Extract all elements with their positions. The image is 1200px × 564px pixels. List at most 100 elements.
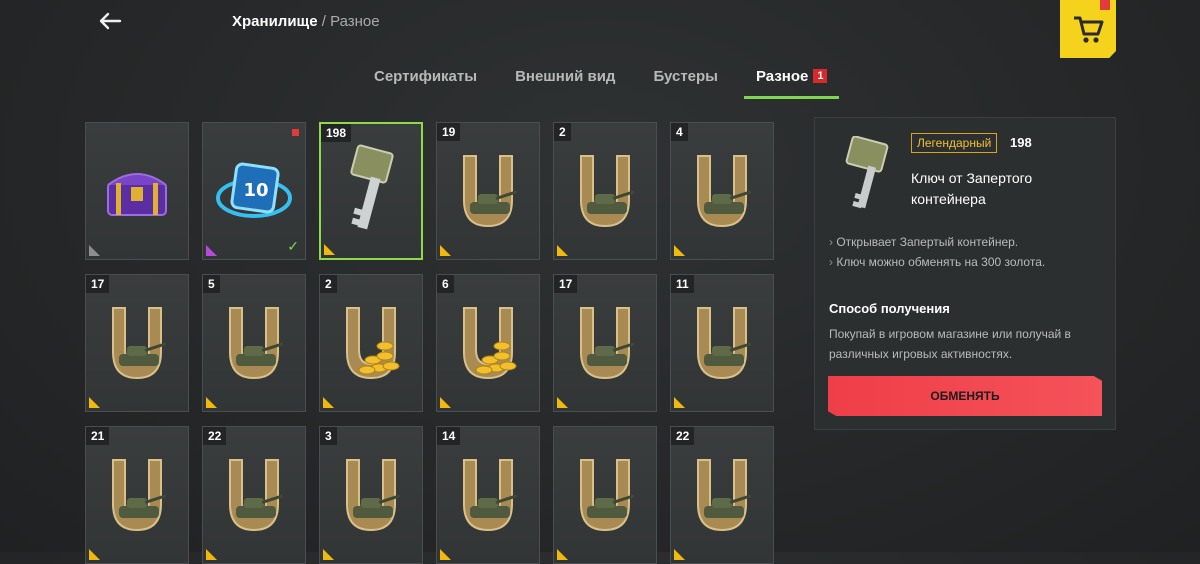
rarity-badge: Легендарный <box>911 133 998 153</box>
horseshoe-icon <box>463 307 517 380</box>
ticket-value: 10 <box>243 180 268 201</box>
rarity-corner <box>440 397 451 408</box>
item-card[interactable]: 11 <box>670 274 774 412</box>
horseshoe-icon <box>463 459 518 532</box>
tab-boosters[interactable]: Бустеры <box>641 62 730 98</box>
rarity-corner <box>89 245 100 256</box>
breadcrumb: Хранилище / Разное <box>232 13 380 30</box>
tab-label: Внешний вид <box>515 68 616 85</box>
horseshoe-icon <box>229 307 284 380</box>
rarity-corner <box>674 245 685 256</box>
item-art <box>554 123 656 259</box>
item-name: Ключ от Запертого контейнера <box>911 170 1033 207</box>
item-count: 3 <box>320 427 337 445</box>
item-art <box>203 275 305 411</box>
item-count: 19 <box>437 123 461 141</box>
item-card[interactable]: 6 <box>436 274 540 412</box>
tab-label: Разное <box>756 68 809 85</box>
item-count: 17 <box>554 275 578 293</box>
horseshoe-icon <box>346 307 400 380</box>
item-count: 198 <box>1010 135 1032 150</box>
horseshoe-icon <box>697 459 752 532</box>
item-art <box>320 275 422 411</box>
item-count: 21 <box>86 427 110 445</box>
tab-misc[interactable]: Разное 1 <box>744 62 840 99</box>
item-card[interactable]: 5 <box>202 274 306 412</box>
item-description: Открывает Запертый контейнер. Ключ можно… <box>829 232 1045 272</box>
item-card[interactable]: 2 <box>553 122 657 260</box>
item-card[interactable] <box>553 426 657 564</box>
item-count: 5 <box>203 275 220 293</box>
item-card[interactable]: 17 <box>553 274 657 412</box>
item-card[interactable]: 14 <box>436 426 540 564</box>
item-card[interactable]: 22 <box>670 426 774 564</box>
item-card[interactable]: 19 <box>436 122 540 260</box>
item-card[interactable]: 3 <box>319 426 423 564</box>
item-count: 22 <box>203 427 227 445</box>
horseshoe-icon <box>580 155 635 228</box>
rarity-corner <box>89 397 100 408</box>
rarity-corner <box>440 549 451 560</box>
item-count: 22 <box>671 427 695 445</box>
horseshoe-icon <box>697 307 752 380</box>
item-count: 14 <box>437 427 461 445</box>
shop-notification-icon <box>1100 0 1110 10</box>
item-art <box>321 124 421 258</box>
horseshoe-icon <box>229 459 284 532</box>
item-art <box>671 275 773 411</box>
new-indicator <box>292 129 299 136</box>
rarity-corner <box>557 549 568 560</box>
item-card[interactable]: 2 <box>319 274 423 412</box>
item-card[interactable]: 17 <box>85 274 189 412</box>
item-card[interactable]: 10 ✓ <box>202 122 306 260</box>
item-art <box>203 427 305 563</box>
exchange-button[interactable]: ОБМЕНЯТЬ <box>828 376 1102 416</box>
item-art <box>554 427 656 563</box>
item-art <box>320 427 422 563</box>
rarity-corner <box>206 549 217 560</box>
item-art <box>86 123 188 259</box>
back-arrow-icon <box>99 12 122 30</box>
back-button[interactable] <box>96 8 124 34</box>
key-icon <box>845 136 889 209</box>
item-art <box>437 427 539 563</box>
item-card[interactable]: 22 <box>202 426 306 564</box>
horseshoe-icon <box>697 155 752 228</box>
tab-appearance[interactable]: Внешний вид <box>503 62 627 98</box>
how-to-get-title: Способ получения <box>829 301 950 316</box>
horseshoe-icon <box>346 459 401 532</box>
item-card[interactable]: 21 <box>85 426 189 564</box>
item-card[interactable]: 198 <box>319 122 423 260</box>
shop-button[interactable] <box>1060 0 1116 58</box>
horseshoe-icon <box>112 307 167 380</box>
tab-certificates[interactable]: Сертификаты <box>362 62 489 98</box>
breadcrumb-separator: / <box>321 13 326 30</box>
horseshoe-icon <box>463 155 518 228</box>
item-grid: 10 ✓ 198 19 2 4 17 5 2 6 17 11 21 22 3 1… <box>85 122 785 564</box>
tab-label: Сертификаты <box>374 68 478 85</box>
rarity-corner <box>206 245 217 256</box>
check-icon: ✓ <box>287 238 299 254</box>
key-icon <box>350 144 394 230</box>
item-art <box>86 427 188 563</box>
rarity-corner <box>89 549 100 560</box>
item-detail-panel: Легендарный 198 Ключ от Запертого контей… <box>814 117 1116 430</box>
rarity-corner <box>674 397 685 408</box>
rarity-corner <box>206 397 217 408</box>
chest-icon <box>107 173 167 216</box>
horseshoe-icon <box>580 307 635 380</box>
item-card[interactable] <box>85 122 189 260</box>
item-count: 2 <box>554 123 571 141</box>
tab-label: Бустеры <box>653 68 718 85</box>
item-count: 11 <box>671 275 694 293</box>
item-card[interactable]: 4 <box>670 122 774 260</box>
item-art <box>86 275 188 411</box>
tab-badge: 1 <box>813 69 828 83</box>
item-art <box>437 275 539 411</box>
item-art <box>671 123 773 259</box>
item-count: 2 <box>320 275 337 293</box>
breadcrumb-current: Хранилище <box>232 13 318 30</box>
rarity-corner <box>557 397 568 408</box>
item-art <box>671 427 773 563</box>
item-count: 198 <box>321 124 352 142</box>
